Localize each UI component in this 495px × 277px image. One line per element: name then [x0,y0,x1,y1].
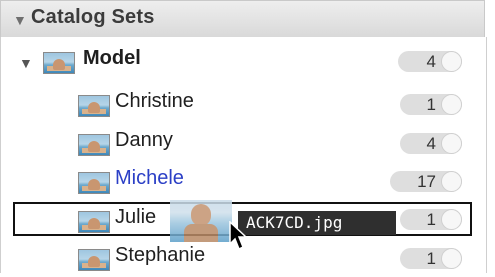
tree-item-model[interactable]: ▼ Model 4 [1,43,485,80]
count-badge: 4 [400,133,462,154]
tree-item-label: Michele [115,167,184,189]
arrow-cursor-icon [229,221,248,251]
count-badge: 17 [390,171,462,192]
photo-thumbnail-icon [78,211,110,233]
expand-triangle-icon[interactable]: ▼ [19,55,33,71]
dragged-filename-label: ACK7CD.jpg [238,211,396,235]
collapse-triangle-icon[interactable]: ▼ [13,12,27,28]
photo-thumbnail-icon [78,134,110,156]
photo-thumbnail-icon [78,172,110,194]
count-badge: 1 [400,94,462,115]
catalog-sets-panel: ▼ Catalog Sets ▼ Model 4 Christine 1 Dan… [0,0,495,273]
tree-item-christine[interactable]: Christine 1 [1,86,485,123]
panel-title: Catalog Sets [31,6,155,28]
tree-item-label: Stephanie [115,244,206,266]
tree-item-michele[interactable]: Michele 17 [1,163,485,200]
count-badge: 1 [400,209,462,230]
photo-thumbnail-icon [78,95,110,117]
photo-thumbnail-icon [78,249,110,271]
photo-thumbnail-icon [43,52,75,74]
dragged-photo-thumbnail[interactable] [170,200,232,242]
tree-item-danny[interactable]: Danny 4 [1,125,485,162]
tree-item-label: Christine [115,90,194,112]
tree-item-label: Model [83,47,141,69]
tree-item-label: Danny [115,129,173,151]
tree-item-label: Julie [115,206,157,228]
panel-header[interactable]: ▼ Catalog Sets [0,0,485,38]
count-badge: 4 [398,51,462,72]
count-badge: 1 [400,248,462,269]
